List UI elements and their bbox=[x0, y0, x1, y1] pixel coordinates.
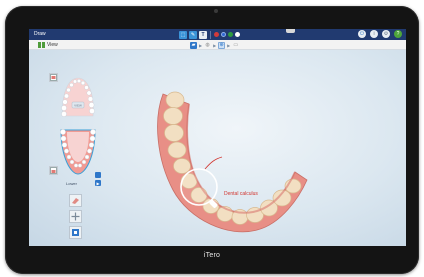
pen-color-blue[interactable] bbox=[221, 32, 226, 37]
scan-tool[interactable] bbox=[69, 226, 82, 239]
pen-color-green[interactable] bbox=[228, 32, 233, 37]
chevron-right-icon: ▶ bbox=[227, 42, 231, 48]
pen-color-red[interactable] bbox=[214, 32, 219, 37]
workflow-breadcrumb: ▰ ▶ ◍ ▶ ⊕ ▶ ▭ bbox=[190, 41, 239, 49]
window-title: Draw bbox=[34, 31, 46, 37]
info-icon[interactable]: i bbox=[370, 30, 378, 38]
view-selector-label: VIEW bbox=[74, 104, 82, 108]
system-icons: ⏻ i ⚙ ? bbox=[358, 30, 402, 38]
tablet-frame: Draw ⬚ ✎ T ⏻ i ⚙ ? View ▰ ▶ ◍ ▶ ⊕ ▶ ▭ VI… bbox=[5, 6, 419, 274]
view-label[interactable]: View bbox=[47, 42, 58, 48]
view-bar: View ▰ ▶ ◍ ▶ ⊕ ▶ ▭ bbox=[29, 40, 406, 50]
zoom-icon[interactable]: ⊕ bbox=[218, 41, 226, 49]
device-brand-label: iTero bbox=[203, 252, 221, 259]
draw-toolbar: ⬚ ✎ T bbox=[179, 30, 240, 39]
expand-icon[interactable] bbox=[95, 172, 101, 178]
power-icon[interactable]: ⏻ bbox=[358, 30, 366, 38]
move-icon bbox=[71, 212, 80, 221]
toolbar-divider bbox=[210, 30, 211, 39]
magnifier-lens[interactable] bbox=[180, 168, 218, 206]
pen-color-white[interactable] bbox=[235, 32, 240, 37]
move-tool[interactable] bbox=[69, 210, 82, 223]
text-tool-icon[interactable]: T bbox=[199, 30, 207, 39]
chevron-right-icon: ▶ bbox=[199, 42, 203, 48]
folder-icon[interactable]: ▰ bbox=[190, 41, 197, 49]
cursor-tool-icon[interactable]: ⬚ bbox=[179, 30, 187, 39]
pen-tool-icon[interactable]: ✎ bbox=[189, 30, 197, 39]
lower-jaw-label: Lower bbox=[66, 181, 77, 186]
eraser-tool[interactable] bbox=[69, 194, 82, 207]
annotation-mark bbox=[204, 156, 223, 170]
title-bar: Draw ⬚ ✎ T ⏻ i ⚙ ? bbox=[29, 29, 406, 40]
view-grid-icon[interactable] bbox=[38, 42, 45, 48]
annotation-label: Dental calculus bbox=[224, 191, 258, 197]
app-screen: Draw ⬚ ✎ T ⏻ i ⚙ ? View ▰ ▶ ◍ ▶ ⊕ ▶ ▭ VI… bbox=[29, 29, 406, 246]
front-camera bbox=[214, 9, 218, 13]
scan-tool-icon bbox=[72, 229, 79, 236]
help-icon[interactable]: ? bbox=[394, 30, 402, 38]
dental-scan-model[interactable] bbox=[149, 80, 319, 240]
chevron-right-icon: ▶ bbox=[213, 42, 217, 48]
display-icon[interactable]: ▭ bbox=[232, 42, 239, 49]
scan-icon[interactable]: ◍ bbox=[204, 42, 211, 49]
eraser-icon bbox=[72, 198, 79, 204]
settings-icon[interactable]: ⚙ bbox=[382, 30, 390, 38]
jaw-navigator[interactable]: VIEW bbox=[55, 74, 101, 178]
toolbar-pull-tab[interactable] bbox=[286, 29, 295, 33]
scan-viewport[interactable]: VIEW Lower ▶ Dental calculus bbox=[29, 50, 406, 246]
next-arrow-icon[interactable]: ▶ bbox=[95, 180, 101, 186]
